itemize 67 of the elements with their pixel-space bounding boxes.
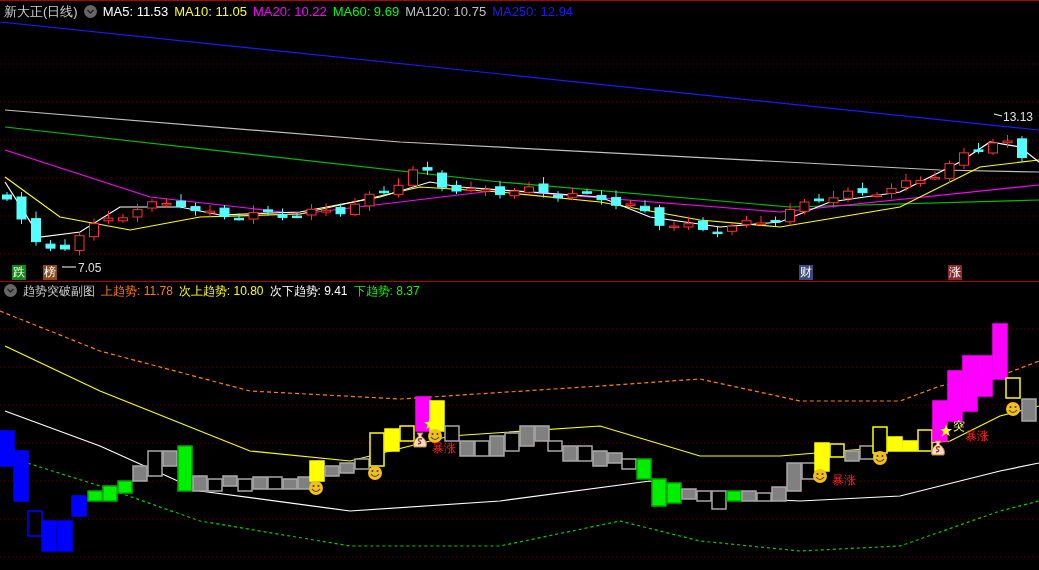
indicator-value: MA120: 10.75 <box>405 2 487 21</box>
trend-bar <box>222 475 238 487</box>
trend-bar <box>651 478 667 507</box>
trend-bar <box>607 452 623 464</box>
trend-bar <box>562 445 578 462</box>
indicator-value: 次下趋势: 9.41 <box>269 282 348 300</box>
indicator-value: MA10: 11.05 <box>174 2 247 21</box>
event-tag[interactable]: 财 <box>799 265 813 280</box>
trend-bar <box>504 432 520 452</box>
trend-bar <box>519 425 535 447</box>
trend-bar <box>947 370 963 422</box>
trend-bar <box>459 440 475 457</box>
event-tag[interactable]: 榜 <box>43 265 57 280</box>
surge-label: 暴涨 <box>965 429 989 443</box>
indicator-value: MA60: 9.69 <box>332 2 400 21</box>
trend-bar <box>339 462 355 474</box>
indicator-value: 下趋势: 8.37 <box>353 282 420 300</box>
trend-bar <box>237 478 253 492</box>
chart-title: 新大正(日线) <box>4 2 78 21</box>
trend-bar <box>0 430 15 467</box>
smiley-icon <box>813 469 827 483</box>
indicator-value: 上趋势: 11.78 <box>101 282 173 300</box>
trend-bar <box>977 355 993 397</box>
smiley-icon <box>1006 402 1020 416</box>
trend-bar <box>13 450 29 502</box>
trend-bar <box>741 490 757 502</box>
breakout-label: 突 <box>953 420 965 433</box>
trend-bar <box>489 435 505 457</box>
trend-bar <box>592 450 608 467</box>
leader-line <box>61 266 77 268</box>
trend-bar <box>844 450 860 462</box>
price-label: 7.05 <box>78 260 102 277</box>
trend-bar <box>577 445 593 462</box>
money-bag-icon <box>413 432 427 448</box>
dropdown-icon[interactable] <box>83 5 97 18</box>
trend-bar <box>27 510 43 537</box>
trend-bar <box>102 485 118 502</box>
trend-bar <box>534 425 550 442</box>
event-tag[interactable]: 跌 <box>12 265 26 280</box>
trend-bar <box>117 480 133 494</box>
trend-bar <box>1021 398 1037 422</box>
dropdown-icon[interactable] <box>4 284 17 297</box>
star-icon <box>939 424 953 437</box>
trend-bar <box>962 355 978 412</box>
price-label: 13.13 <box>1003 109 1034 126</box>
trend-bar <box>267 476 283 490</box>
indicator-value: MA250: 12.94 <box>492 2 574 21</box>
smiley-icon <box>428 429 442 443</box>
panel-title: 趋势突破副图 <box>23 282 95 300</box>
money-bag-icon <box>931 440 945 456</box>
smiley-icon <box>368 466 382 480</box>
leader-line <box>993 113 1003 117</box>
indicator-value: 次上趋势: 10.80 <box>178 282 264 300</box>
smiley-icon <box>309 481 323 495</box>
trend-bar <box>547 440 563 452</box>
event-tag[interactable]: 涨 <box>948 265 962 280</box>
trend-bar <box>57 520 73 552</box>
indicator-value: MA20: 10.22 <box>252 2 327 21</box>
trend-bar <box>41 520 57 552</box>
smiley-icon <box>873 451 887 465</box>
surge-label: 暴涨 <box>432 441 456 455</box>
trend-bar <box>207 478 223 492</box>
trend-bar <box>474 440 490 457</box>
surge-label: 暴涨 <box>832 473 856 487</box>
trend-bar <box>252 476 268 490</box>
indicator-value: MA5: 11.53 <box>102 2 169 21</box>
trend-bar <box>282 478 298 490</box>
